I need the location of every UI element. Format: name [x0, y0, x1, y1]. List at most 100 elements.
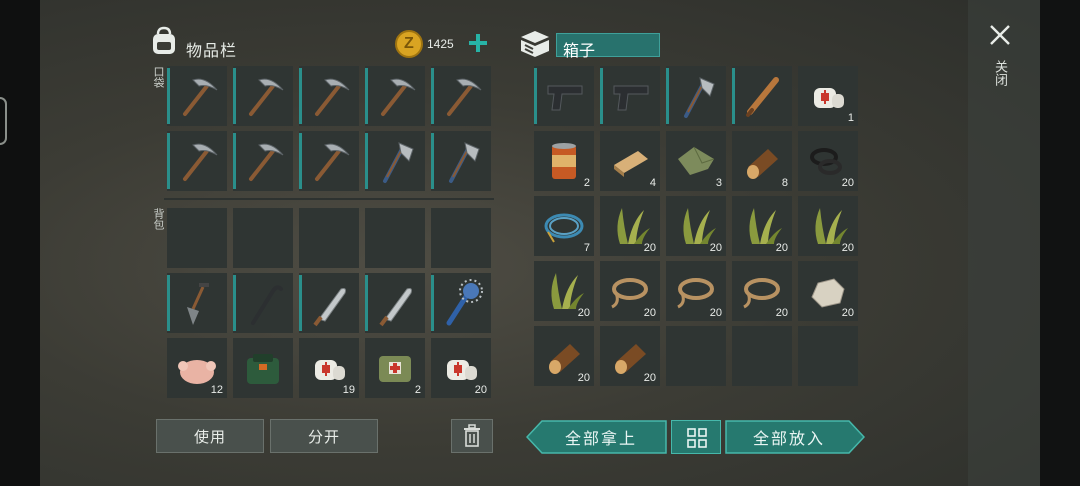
backpack-slot[interactable]: [365, 208, 425, 268]
durability-bar: [299, 133, 302, 189]
spiked-club-icon: [446, 279, 483, 326]
box-slot[interactable]: 20: [798, 261, 858, 321]
coin-icon: Z: [395, 30, 423, 58]
pocket-slot[interactable]: [365, 66, 425, 126]
durability-bar: [431, 275, 434, 331]
backpack-slot[interactable]: 20: [431, 338, 491, 398]
item-quantity: 20: [577, 307, 590, 319]
box-slot[interactable]: 20: [600, 326, 660, 386]
pocket-label: 口袋: [152, 66, 164, 88]
backpack-icon: [153, 26, 175, 54]
backpack-label: 背包: [152, 208, 164, 230]
backpack-slot[interactable]: [167, 208, 227, 268]
pocket-slot[interactable]: [167, 66, 227, 126]
box-slot[interactable]: 20: [600, 196, 660, 256]
box-slot[interactable]: [534, 66, 594, 126]
grid-icon: [687, 428, 707, 448]
box-slot[interactable]: 20: [732, 196, 792, 256]
durability-bar: [534, 68, 537, 124]
pocket-slot[interactable]: [167, 131, 227, 191]
use-button[interactable]: 使用: [156, 419, 264, 453]
pocket-slot[interactable]: [299, 66, 359, 126]
box-slot[interactable]: 20: [666, 196, 726, 256]
box-slot[interactable]: 7: [534, 196, 594, 256]
backpack-slot[interactable]: 12: [167, 338, 227, 398]
put-all-button[interactable]: 全部放入: [725, 420, 865, 454]
pickaxe-icon: [315, 143, 350, 181]
box-slot[interactable]: [732, 66, 792, 126]
backpack-slot[interactable]: [167, 273, 227, 333]
backpack-slot[interactable]: [431, 273, 491, 333]
backpack-slot[interactable]: [299, 273, 359, 333]
pickaxe-icon: [381, 78, 416, 116]
backpack-slot[interactable]: [431, 208, 491, 268]
bandage-icon: [814, 88, 844, 108]
pickaxe-icon: [315, 78, 350, 116]
item-quantity: 20: [775, 307, 788, 319]
box-slot[interactable]: 20: [666, 261, 726, 321]
pickaxe-icon: [249, 143, 284, 181]
first-aid-kit-icon: [379, 356, 411, 382]
pistol-icon: [547, 85, 583, 111]
durability-bar: [167, 275, 170, 331]
box-slot[interactable]: 4: [600, 131, 660, 191]
item-quantity: 4: [649, 177, 656, 189]
shovel-icon: [187, 283, 209, 325]
box-slot[interactable]: [798, 326, 858, 386]
durability-bar: [299, 68, 302, 124]
box-slot[interactable]: 20: [798, 131, 858, 191]
pickaxe-icon: [447, 78, 482, 116]
durability-bar: [431, 133, 434, 189]
pocket-slot[interactable]: [233, 66, 293, 126]
put-all-label: 全部放入: [752, 431, 825, 448]
box-title-field[interactable]: 箱子: [556, 33, 660, 60]
backpack-slot[interactable]: [299, 208, 359, 268]
box-slot[interactable]: 20: [600, 261, 660, 321]
box-slot[interactable]: 2: [534, 131, 594, 191]
take-all-button[interactable]: 全部拿上: [526, 420, 668, 454]
item-quantity: 2: [583, 177, 590, 189]
durability-bar: [365, 68, 368, 124]
backpack-bag-icon: [247, 354, 279, 384]
durability-bar: [233, 133, 236, 189]
pocket-slot[interactable]: [233, 131, 293, 191]
pickaxe-icon: [183, 143, 218, 181]
backpack-slot[interactable]: [233, 273, 293, 333]
backpack-slot[interactable]: 2: [365, 338, 425, 398]
item-quantity: 20: [841, 307, 854, 319]
coin-count: 1425: [427, 37, 454, 51]
box-slot[interactable]: 3: [666, 131, 726, 191]
take-all-label: 全部拿上: [564, 431, 637, 448]
item-quantity: 20: [775, 242, 788, 254]
pickaxe-icon: [249, 78, 284, 116]
pocket-slot[interactable]: [299, 131, 359, 191]
box-slot[interactable]: 8: [732, 131, 792, 191]
trash-button[interactable]: [451, 419, 493, 453]
box-slot[interactable]: 20: [732, 261, 792, 321]
split-button[interactable]: 分开: [270, 419, 378, 453]
box-slot[interactable]: [600, 66, 660, 126]
backpack-slot[interactable]: [365, 273, 425, 333]
add-coins-button[interactable]: [466, 31, 490, 55]
backpack-slot[interactable]: 19: [299, 338, 359, 398]
box-slot[interactable]: 20: [534, 261, 594, 321]
box-slot[interactable]: 20: [798, 196, 858, 256]
box-slot[interactable]: 1: [798, 66, 858, 126]
backpack-slot[interactable]: [233, 338, 293, 398]
close-button[interactable]: 关闭: [986, 22, 1014, 100]
right-screen-edge: [1040, 0, 1080, 486]
machete-icon: [313, 288, 346, 327]
baseball-bat-icon: [746, 77, 779, 117]
box-slot[interactable]: 20: [534, 326, 594, 386]
backpack-slot[interactable]: [233, 208, 293, 268]
box-slot[interactable]: [666, 326, 726, 386]
sort-button[interactable]: [671, 420, 721, 454]
box-slot[interactable]: [732, 326, 792, 386]
item-quantity: 20: [841, 242, 854, 254]
box-slot[interactable]: [666, 66, 726, 126]
pocket-slot[interactable]: [365, 131, 425, 191]
durability-bar: [233, 275, 236, 331]
pocket-slot[interactable]: [431, 131, 491, 191]
item-quantity: 20: [577, 372, 590, 384]
pocket-slot[interactable]: [431, 66, 491, 126]
